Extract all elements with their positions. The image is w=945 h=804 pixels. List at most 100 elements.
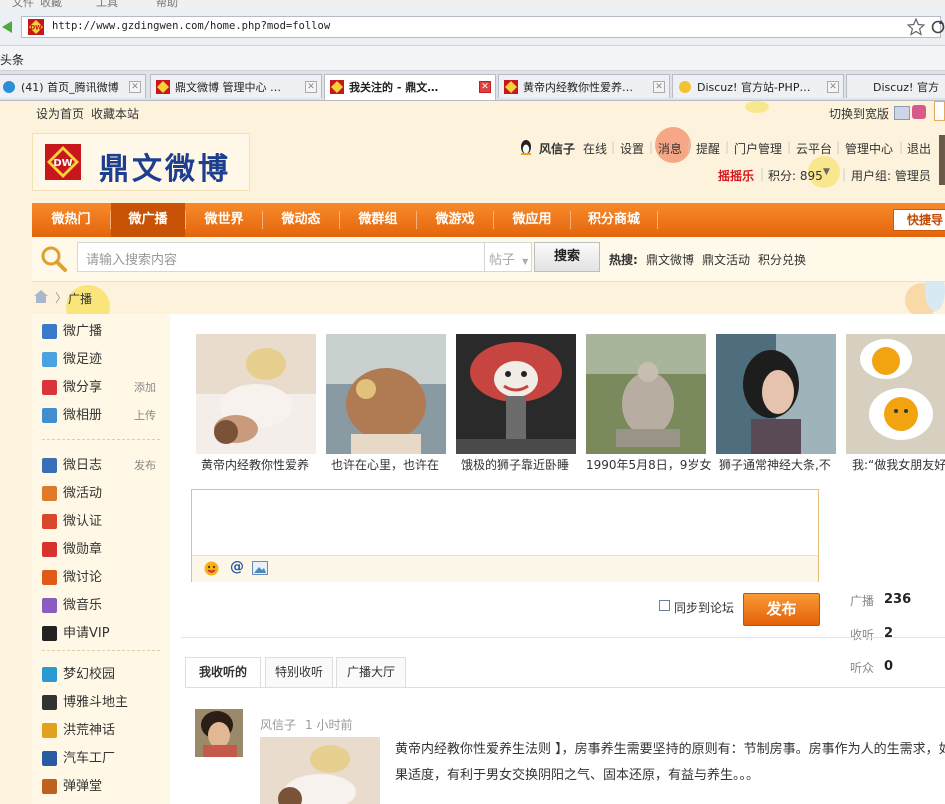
shake-link[interactable]: 摇摇乐 (718, 167, 754, 184)
nav-item-hot[interactable]: 微热门 (32, 203, 110, 237)
set-home-link[interactable]: 设为首页 (36, 105, 84, 122)
browser-tab[interactable]: Discuz! 官方站-PHP… ✕ (672, 74, 844, 98)
site-favicon-icon: DW (28, 19, 44, 35)
nav-item-broadcast[interactable]: 微广播 (111, 203, 185, 237)
menu-item[interactable]: 帮助 (156, 0, 178, 10)
thumbnail-image[interactable] (196, 334, 316, 454)
post-composer[interactable]: @ (191, 489, 819, 582)
messages-link[interactable]: 消息 (658, 140, 682, 157)
logout-link[interactable]: 退出 (907, 140, 931, 157)
home-icon[interactable] (34, 290, 48, 303)
thumbnail-caption[interactable]: 黄帝内经教你性爱养 (201, 456, 331, 473)
image-icon[interactable] (252, 561, 268, 575)
close-tab-icon[interactable]: ✕ (653, 81, 665, 93)
hot-search-term[interactable]: 鼎文微博 (646, 251, 694, 268)
close-tab-icon[interactable]: ✕ (479, 81, 491, 93)
nav-item-world[interactable]: 微世界 (186, 203, 262, 237)
tab-broadcast-hall[interactable]: 广播大厅 (336, 657, 406, 687)
tab-special-following[interactable]: 特别收听 (265, 657, 333, 687)
sidebar-item-action[interactable]: 发布 (134, 454, 156, 478)
close-tab-icon[interactable]: ✕ (827, 81, 839, 93)
username-link[interactable]: 风信子 (539, 140, 575, 157)
browser-tab-label: Discuz! 官方站-PHP… (697, 81, 811, 94)
thumbnail-caption[interactable]: 我:“做我女朋友好 (852, 456, 945, 473)
tab-following[interactable]: 我收听的 (185, 657, 261, 688)
browser-tab[interactable]: 鼎文微博 管理中心 … ✕ (150, 74, 322, 98)
sidebar-item-action[interactable]: 添加 (134, 376, 156, 400)
favorites-item[interactable]: 头条 (0, 51, 24, 68)
address-bar-row: DW http://www.gzdingwen.com/home.php?mod… (0, 10, 945, 46)
nav-item-points-mall[interactable]: 积分商城 (571, 203, 657, 237)
stat-label: 收听 (850, 628, 875, 642)
edge-box (934, 101, 945, 121)
cloud-platform-link[interactable]: 云平台 (796, 140, 832, 157)
sidebar: 微广播 微足迹 微分享 添加 微相册 上传 微日志 发布 微活动 微认证 微勋章 微讨论 微音乐 申请VI… (32, 314, 171, 804)
search-input[interactable]: 请输入搜索内容 (77, 242, 485, 272)
usergroup-link[interactable]: 用户组: 管理员 (851, 167, 931, 184)
avatar-edge (939, 135, 945, 185)
emoji-icon[interactable] (204, 561, 219, 576)
publish-button[interactable]: 发布 (743, 593, 820, 626)
search-type-select[interactable]: 帖子 ▼ (485, 242, 532, 272)
nav-item-apps[interactable]: 微应用 (494, 203, 570, 237)
quick-post-button[interactable]: 快捷导 (893, 209, 945, 231)
breadcrumb-separator: 〉 (55, 291, 68, 305)
close-tab-icon[interactable]: ✕ (129, 81, 141, 93)
sync-to-forum-checkbox[interactable] (659, 600, 670, 611)
hot-search-term[interactable]: 积分兑换 (758, 251, 806, 268)
thumbnail-image[interactable] (846, 334, 945, 454)
stat-followers[interactable]: 听众 0 (850, 659, 893, 676)
settings-link[interactable]: 设置 (620, 140, 644, 157)
thumbnail-caption[interactable]: 狮子通常神经大条,不 (719, 456, 849, 473)
nav-item-games[interactable]: 微游戏 (417, 203, 493, 237)
browser-tab-active[interactable]: 我关注的 - 鼎文… ✕ (324, 74, 496, 100)
bookmark-link[interactable]: 收藏本站 (91, 105, 139, 122)
menu-item[interactable]: 文件 (12, 0, 34, 10)
post-author[interactable]: 风信子 (260, 716, 296, 733)
search-button[interactable]: 搜索 (534, 242, 600, 272)
close-tab-icon[interactable]: ✕ (305, 81, 317, 93)
post-image[interactable] (260, 737, 380, 804)
sidebar-item-action[interactable]: 上传 (134, 404, 156, 428)
discuz-icon (678, 80, 692, 94)
switch-wide-link[interactable]: 切换到宽版 (829, 105, 889, 122)
menu-item[interactable]: 收藏 (40, 0, 62, 10)
search-icon[interactable] (40, 245, 68, 273)
mention-icon[interactable]: @ (230, 559, 244, 575)
avatar[interactable] (195, 709, 243, 757)
thumbnail-caption[interactable]: 1990年5月8日，9岁女 (586, 456, 716, 473)
wide-screen-icon[interactable] (894, 106, 910, 120)
browser-tab[interactable]: Discuz! 官方 (846, 74, 945, 98)
activity-icon (42, 486, 57, 501)
thumbnail-caption[interactable]: 饿极的狮子靠近卧睡 (461, 456, 591, 473)
browser-tab[interactable]: 黄帝内经教你性爱养… ✕ (498, 74, 670, 98)
admin-center-link[interactable]: 管理中心 (845, 140, 893, 157)
sidebar-item-label: 微活动 (63, 486, 103, 501)
chevron-down-icon[interactable]: ▼ (823, 167, 830, 177)
notifications-link[interactable]: 提醒 (696, 140, 720, 157)
menu-item[interactable]: 工具 (96, 0, 118, 10)
points-link[interactable]: 积分: 895 (768, 167, 823, 184)
browser-tab[interactable]: (41) 首页_腾讯微博 ✕ (0, 74, 146, 98)
browser-tab-label: 黄帝内经教你性爱养… (523, 81, 633, 94)
theme-icon[interactable] (912, 105, 926, 119)
back-arrow-icon[interactable] (0, 19, 14, 35)
site-logo[interactable]: DW 鼎文微博 (32, 133, 250, 191)
thumbnail-image[interactable] (326, 334, 446, 454)
sidebar-item-label: 申请VIP (63, 626, 110, 641)
star-bookmark-icon[interactable] (906, 17, 926, 36)
thumbnail-caption[interactable]: 也许在心里，也许在 (331, 456, 461, 473)
search-bar: 请输入搜索内容 帖子 ▼ 搜索 热搜: 鼎文微博 鼎文活动 积分兑换 (32, 237, 945, 282)
nav-item-groups[interactable]: 微群组 (340, 203, 416, 237)
thumbnail-image[interactable] (716, 334, 836, 454)
browser-tab-label: Discuz! 官方 (873, 81, 939, 94)
thumbnail-image[interactable] (586, 334, 706, 454)
thumbnail-image[interactable] (456, 334, 576, 454)
hot-search-term[interactable]: 鼎文活动 (702, 251, 750, 268)
refresh-icon[interactable] (930, 19, 945, 35)
stat-following[interactable]: 收听 2 (850, 626, 893, 643)
nav-item-dynamic[interactable]: 微动态 (263, 203, 339, 237)
portal-admin-link[interactable]: 门户管理 (734, 140, 782, 157)
address-bar[interactable]: DW http://www.gzdingwen.com/home.php?mod… (21, 16, 945, 38)
stat-broadcast[interactable]: 广播 236 (850, 592, 911, 609)
